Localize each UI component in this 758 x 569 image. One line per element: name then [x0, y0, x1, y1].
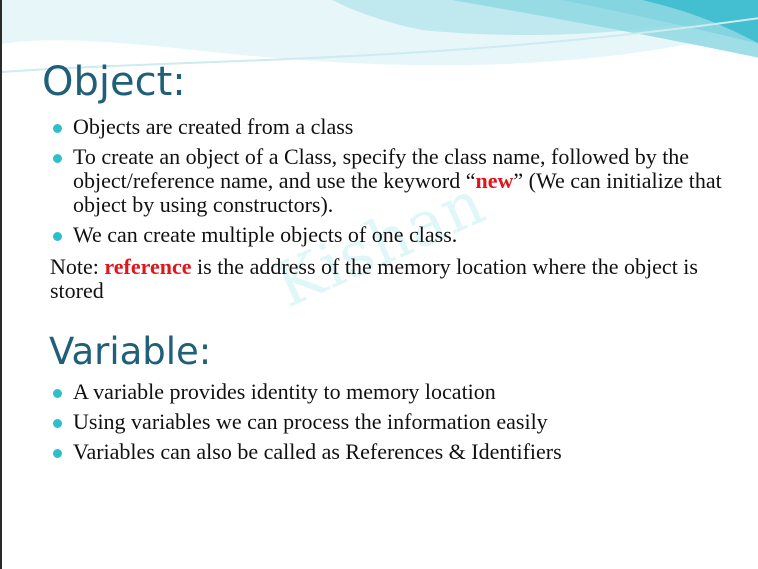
reference-note: Note: reference is the address of the me…	[50, 255, 730, 303]
variable-bullet-list: A variable provides identity to memory l…	[51, 380, 731, 470]
bullet-icon	[53, 419, 62, 428]
object-bullet-list: Objects are created from a class To crea…	[51, 115, 731, 253]
object-heading: Object:	[42, 59, 186, 105]
bullet-icon	[53, 124, 62, 133]
keyword-new: new	[475, 168, 514, 193]
list-item: Objects are created from a class	[51, 115, 731, 139]
bullet-text: Using variables we can process the infor…	[73, 409, 548, 434]
keyword-reference: reference	[104, 254, 192, 279]
list-item: To create an object of a Class, specify …	[51, 145, 731, 217]
list-item: We can create multiple objects of one cl…	[51, 223, 731, 247]
list-item: Variables can also be called as Referenc…	[51, 440, 731, 464]
bullet-text: A variable provides identity to memory l…	[73, 379, 496, 404]
list-item: A variable provides identity to memory l…	[51, 380, 731, 404]
bullet-text: Variables can also be called as Referenc…	[73, 439, 562, 464]
list-item: Using variables we can process the infor…	[51, 410, 731, 434]
bullet-icon	[53, 154, 62, 163]
bullet-icon	[53, 232, 62, 241]
note-prefix: Note:	[50, 254, 105, 279]
bullet-text: Objects are created from a class	[73, 114, 354, 139]
bullet-text: We can create multiple objects of one cl…	[73, 222, 458, 247]
slide: Kishan Object: Objects are created from …	[0, 0, 758, 569]
bullet-icon	[53, 449, 62, 458]
bullet-icon	[53, 389, 62, 398]
variable-heading: Variable:	[49, 330, 212, 373]
